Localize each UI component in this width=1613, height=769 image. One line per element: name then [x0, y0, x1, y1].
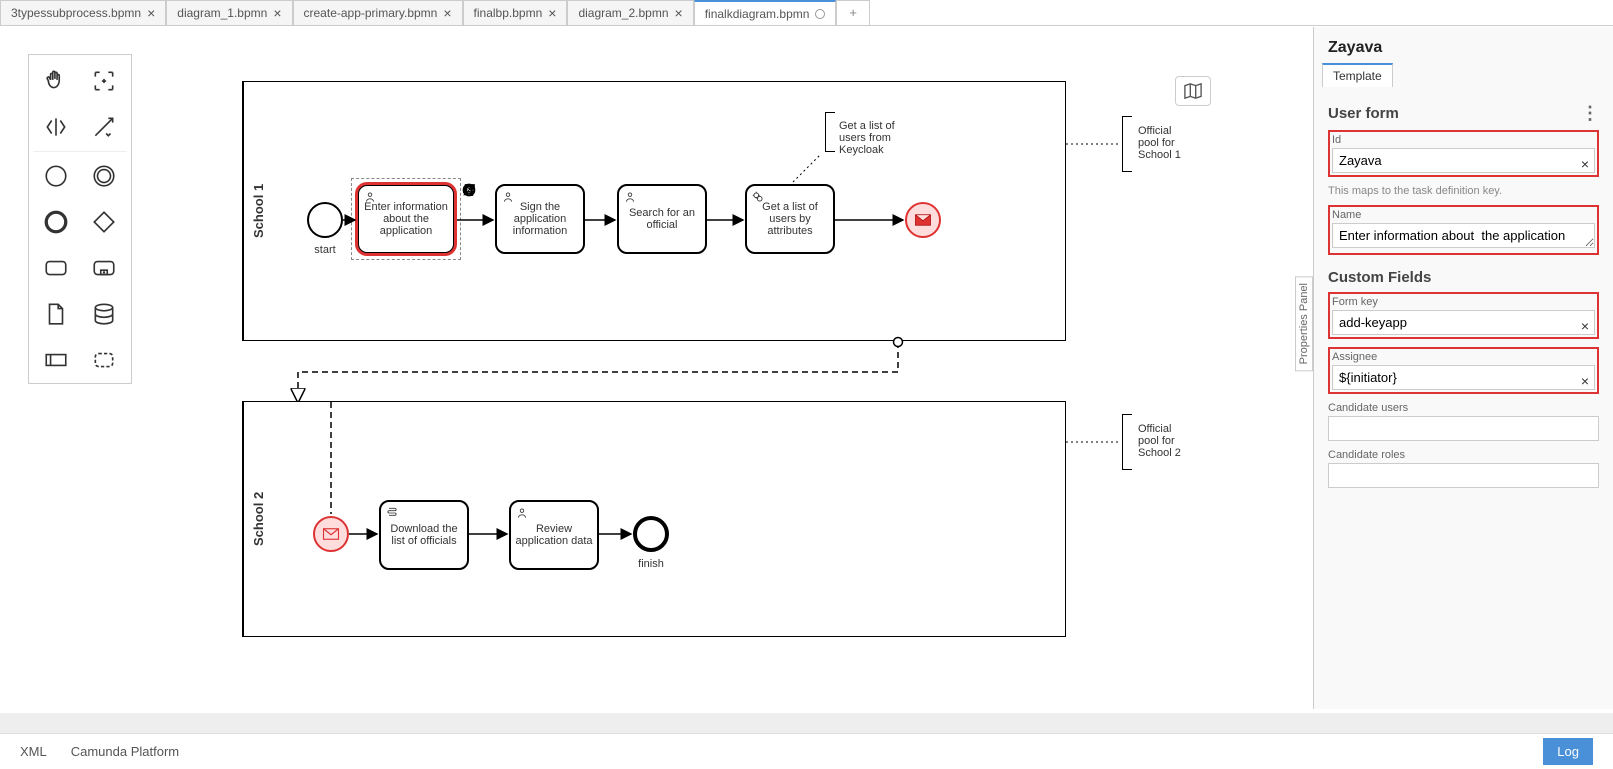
candroles-input[interactable]: [1328, 463, 1599, 488]
message-flow[interactable]: [278, 342, 918, 402]
connect-tool-icon[interactable]: [86, 109, 122, 145]
formkey-label: Form key: [1332, 296, 1595, 308]
hand-tool-icon[interactable]: [38, 63, 74, 99]
field-assignee-group: Assignee ×: [1328, 347, 1599, 394]
id-input[interactable]: [1332, 148, 1595, 173]
xml-tab[interactable]: XML: [20, 744, 47, 759]
minimap-toggle-button[interactable]: [1175, 76, 1211, 106]
field-id-group: Id ×: [1328, 130, 1599, 177]
tab-3[interactable]: finalbp.bpmn×: [463, 0, 568, 25]
clear-icon[interactable]: ×: [1581, 318, 1589, 334]
assignee-label: Assignee: [1332, 351, 1595, 363]
log-button[interactable]: Log: [1543, 738, 1593, 765]
formkey-input[interactable]: [1332, 310, 1595, 335]
annotation-bracket: [1122, 414, 1132, 470]
field-candroles-group: Candidate roles: [1328, 449, 1599, 488]
pool-school-1[interactable]: School 1 start Enter information about t…: [242, 81, 1066, 341]
id-label: Id: [1332, 134, 1595, 146]
space-tool-icon[interactable]: [38, 109, 74, 145]
name-label: Name: [1332, 209, 1595, 221]
annotation-bracket: [1122, 116, 1132, 172]
tab-5[interactable]: finalkdiagram.bpmn: [694, 0, 837, 25]
clear-icon[interactable]: ×: [1581, 156, 1589, 172]
tab-1[interactable]: diagram_1.bpmn×: [166, 0, 292, 25]
close-icon[interactable]: ×: [675, 6, 683, 20]
add-tab-button[interactable]: +: [836, 0, 870, 25]
start-event-tool-icon[interactable]: [38, 158, 74, 194]
data-object-tool-icon[interactable]: [38, 296, 74, 332]
tab-0[interactable]: 3typessubprocess.bpmn×: [0, 0, 166, 25]
sequence-flows: [273, 82, 1063, 342]
pool-label: School 2: [243, 402, 273, 636]
assignee-input[interactable]: [1332, 365, 1595, 390]
close-icon[interactable]: ×: [443, 6, 451, 20]
properties-panel-toggle[interactable]: Properties Panel: [1295, 276, 1313, 371]
footer-bar: XML Camunda Platform Log: [0, 733, 1613, 769]
gateway-tool-icon[interactable]: [86, 204, 122, 240]
subprocess-tool-icon[interactable]: [86, 250, 122, 286]
field-name-group: Name: [1328, 205, 1599, 255]
lasso-tool-icon[interactable]: [86, 63, 122, 99]
template-tab[interactable]: Template: [1322, 63, 1393, 87]
tab-4[interactable]: diagram_2.bpmn×: [567, 0, 693, 25]
sequence-flows: [273, 402, 1063, 638]
task-tool-icon[interactable]: [38, 250, 74, 286]
text-annotation[interactable]: Official pool for School 2: [1134, 419, 1194, 463]
properties-panel: Zayava Template User form ⋮ Id × This ma…: [1313, 27, 1613, 709]
tab-bar: 3typessubprocess.bpmn× diagram_1.bpmn× c…: [0, 0, 1613, 26]
clear-icon[interactable]: ×: [1581, 373, 1589, 389]
pool-tool-icon[interactable]: [38, 342, 74, 378]
tab-2[interactable]: create-app-primary.bpmn×: [293, 0, 463, 25]
candusers-input[interactable]: [1328, 416, 1599, 441]
platform-tab[interactable]: Camunda Platform: [71, 744, 179, 759]
candroles-label: Candidate roles: [1328, 449, 1599, 461]
tool-palette: [28, 54, 132, 384]
close-icon[interactable]: ×: [147, 6, 155, 20]
section-custom-fields: Custom Fields: [1328, 269, 1431, 286]
close-icon[interactable]: ×: [273, 6, 281, 20]
candusers-label: Candidate users: [1328, 402, 1599, 414]
field-formkey-group: Form key ×: [1328, 292, 1599, 339]
pool-label: School 1: [243, 82, 273, 340]
end-event-tool-icon[interactable]: [38, 204, 74, 240]
data-store-tool-icon[interactable]: [86, 296, 122, 332]
props-title: Zayava: [1314, 27, 1613, 63]
text-annotation[interactable]: Official pool for School 1: [1134, 121, 1194, 165]
close-icon[interactable]: ×: [548, 6, 556, 20]
group-tool-icon[interactable]: [86, 342, 122, 378]
kebab-menu-icon[interactable]: ⋮: [1581, 103, 1599, 124]
modified-indicator-icon: [815, 9, 825, 19]
section-user-form: User form: [1328, 105, 1399, 122]
pool-school-2[interactable]: School 2 Download the list of officials …: [242, 401, 1066, 637]
field-candusers-group: Candidate users: [1328, 402, 1599, 441]
id-help: This maps to the task definition key.: [1328, 185, 1599, 197]
intermediate-event-tool-icon[interactable]: [86, 158, 122, 194]
name-input[interactable]: [1332, 223, 1595, 248]
